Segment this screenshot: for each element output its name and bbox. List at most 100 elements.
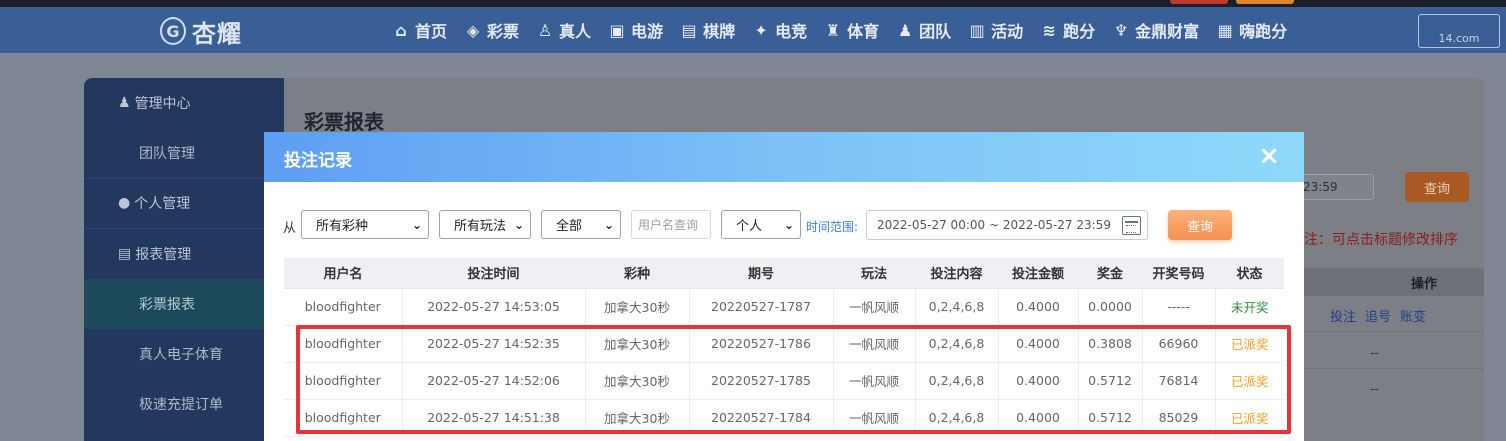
date-range-input[interactable]: 2022-05-27 00:00 ~ 2022-05-27 23:59	[866, 210, 1148, 240]
gift-icon: ▥	[969, 20, 985, 40]
table-row[interactable]: bloodfighter 2022-05-27 14:53:05 加拿大30秒 202…	[284, 288, 1284, 326]
status-cell: 已派奖	[1215, 362, 1284, 400]
status-cell: 已派奖	[1215, 399, 1284, 437]
nav-item-label: 金鼎财富	[1135, 22, 1200, 41]
nav-item-0[interactable]: ⌂ 首页	[392, 18, 447, 42]
modal-header: 投注记录 ×	[264, 132, 1304, 182]
table-cell: 0.4000	[998, 325, 1079, 363]
nav-item-10[interactable]: ♆ 金鼎财富	[1112, 18, 1199, 42]
bg-query-button[interactable]: 查询	[1405, 172, 1469, 202]
sidebar-item-6[interactable]: 极速充提订单	[84, 379, 284, 429]
sidebar-item-label: 团队管理	[139, 146, 195, 162]
column-header[interactable]: 奖金	[1078, 258, 1142, 289]
action-ledger[interactable]: 账变	[1400, 306, 1426, 325]
nav-item-5[interactable]: ✦ 电竞	[752, 18, 807, 42]
column-header[interactable]: 投注内容	[915, 258, 998, 289]
column-header[interactable]: 状态	[1215, 258, 1284, 289]
nav-item-9[interactable]: ≋ 跑分	[1040, 18, 1095, 42]
table-cell: 0,2,4,6,8	[915, 288, 999, 326]
nav-item-7[interactable]: ♟ 团队	[896, 18, 951, 42]
calendar-icon[interactable]	[1122, 216, 1141, 235]
table-cell: 76814	[1142, 362, 1216, 400]
action-chase[interactable]: 追号	[1365, 306, 1391, 325]
nav-item-label: 彩票	[487, 22, 520, 41]
column-header[interactable]: 玩法	[833, 258, 915, 289]
close-icon[interactable]: ×	[1256, 143, 1282, 169]
site-logo[interactable]: G 杏耀	[160, 16, 242, 48]
actions-header: 操作	[1304, 268, 1484, 296]
bg-row-divider	[1304, 368, 1484, 369]
table-cell: 66960	[1142, 325, 1216, 363]
trophy-icon: ♜	[825, 20, 841, 40]
sidebar-item-label: 真人电子体育	[139, 347, 223, 363]
report-icon: ▤	[118, 246, 132, 262]
gamepad-icon: ✦	[754, 20, 768, 40]
table-cell: 20220527-1786	[689, 325, 834, 363]
table-cell: 0.0000	[1078, 288, 1143, 326]
table-cell: bloodfighter	[284, 399, 403, 437]
sort-note: 注：可点击标题修改排序	[1304, 232, 1458, 248]
cards-icon: ▤	[681, 20, 697, 40]
nav-item-label: 团队	[919, 22, 952, 41]
nav-item-label: 活动	[991, 22, 1024, 41]
nav-item-3[interactable]: ▣ 电游	[608, 18, 663, 42]
action-bet[interactable]: 投注	[1330, 306, 1356, 325]
table-cell: 2022-05-27 14:53:05	[402, 288, 586, 326]
top-pill-red[interactable]	[1170, 0, 1228, 4]
nav-item-1[interactable]: ◈ 彩票	[464, 18, 519, 42]
table-cell: bloodfighter	[284, 325, 403, 363]
nav-item-8[interactable]: ▥ 活动	[968, 18, 1024, 42]
hi-icon: ▦	[1217, 20, 1233, 40]
nav-item-6[interactable]: ♜ 体育	[824, 18, 879, 42]
sidebar-item-label: 彩票报表	[139, 297, 195, 313]
table-row[interactable]: bloodfighter 2022-05-27 14:51:38 加拿大30秒 202…	[284, 399, 1284, 437]
table-cell: 一帆风顺	[833, 399, 916, 437]
column-header[interactable]: 开奖号码	[1142, 258, 1215, 289]
sidebar-item-1[interactable]: 团队管理	[84, 128, 284, 178]
column-header[interactable]: 投注时间	[402, 258, 585, 289]
table-cell: 加拿大30秒	[585, 362, 690, 400]
sidebar-item-2[interactable]: ● 个人管理	[84, 178, 284, 228]
table-cell: 2022-05-27 14:52:06	[402, 362, 586, 400]
column-header[interactable]: 投注金额	[998, 258, 1078, 289]
sidebar-item-4[interactable]: 彩票报表	[84, 279, 284, 329]
nav-item-11[interactable]: ▦ 嗨跑分	[1216, 18, 1288, 42]
play-select[interactable]: 所有玩法 ⌄	[439, 210, 531, 239]
table-cell: 20220527-1787	[689, 288, 834, 326]
table-cell: 0.5712	[1078, 362, 1143, 400]
column-header[interactable]: 彩种	[585, 258, 689, 289]
chevron-down-icon: ⌄	[513, 217, 524, 232]
date-range-value: 2022-05-27 00:00 ~ 2022-05-27 23:59	[877, 218, 1111, 232]
user-icon: ●	[118, 195, 131, 211]
logo-mark-icon: G	[160, 17, 186, 45]
column-header[interactable]: 期号	[689, 258, 833, 289]
column-header[interactable]: 用户名	[284, 258, 402, 289]
scope-select[interactable]: 全部 ⌄	[541, 210, 621, 239]
lottery-select[interactable]: 所有彩种 ⌄	[301, 210, 429, 239]
table-cell: 0.4000	[998, 362, 1079, 400]
sidebar-item-0[interactable]: ♟ 管理中心	[84, 78, 284, 128]
nav-item-4[interactable]: ▤ 棋牌	[680, 18, 736, 42]
query-button[interactable]: 查询	[1168, 210, 1232, 240]
chevron-down-icon: ⌄	[783, 217, 794, 232]
modal-title: 投注记录	[284, 151, 352, 171]
table-cell: 0.4000	[998, 288, 1079, 326]
table-cell: 85029	[1142, 399, 1216, 437]
bg-row-divider	[1304, 331, 1484, 332]
team-icon: ♟	[118, 95, 131, 111]
table-body: bloodfighter 2022-05-27 14:53:05 加拿大30秒 202…	[284, 288, 1284, 437]
person-select[interactable]: 个人 ⌄	[721, 210, 801, 239]
table-row[interactable]: bloodfighter 2022-05-27 14:52:06 加拿大30秒 202…	[284, 362, 1284, 400]
main-menu: ⌂ 首页 ◈ 彩票 ♙ 真人 ▣ 电游 ▤ 棋牌 ✦ 电竞 ♜ 体育 ♟ 团队 ▥ 活动 ≋ 跑分 ♆ 金鼎财富 ▦ 嗨跑分	[392, 7, 1304, 53]
bg-date-input[interactable]: 23:59	[1296, 174, 1374, 200]
username-search-input[interactable]: 用户名查询	[631, 210, 711, 239]
page-title: 彩票报表	[304, 110, 384, 134]
table-header-row: 用户名 投注时间 彩种 期号 玩法 投注内容 投注金额 奖金 开奖号码 状态	[284, 258, 1284, 289]
table-row[interactable]: bloodfighter 2022-05-27 14:52:35 加拿大30秒 202…	[284, 325, 1284, 363]
nav-item-label: 棋牌	[703, 22, 736, 41]
nav-item-2[interactable]: ♙ 真人	[536, 18, 591, 42]
sidebar-item-3[interactable]: ▤ 报表管理	[84, 229, 284, 279]
top-pill-orange[interactable]	[1236, 0, 1294, 4]
nav-item-label: 电竞	[775, 22, 808, 41]
sidebar-item-5[interactable]: 真人电子体育	[84, 329, 284, 379]
